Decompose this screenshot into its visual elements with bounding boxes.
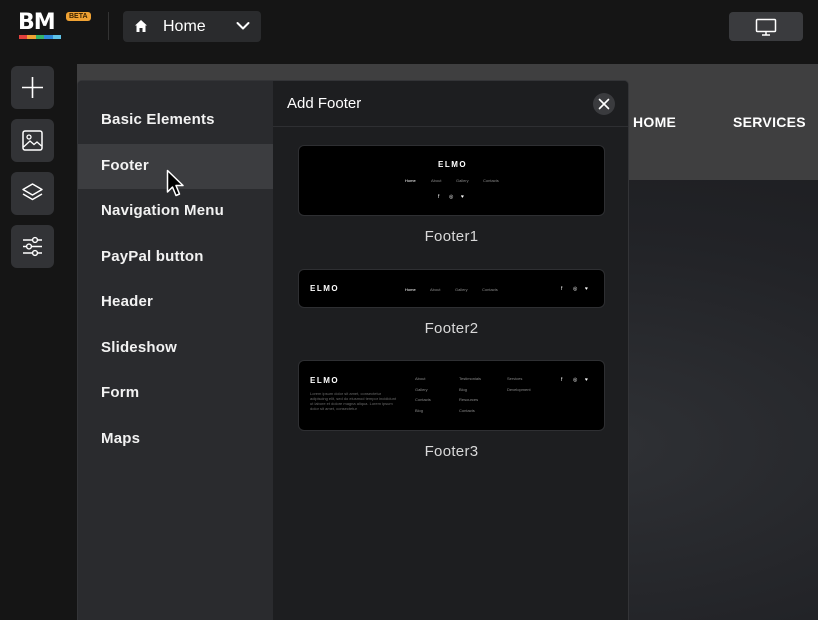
thumb-link: Development xyxy=(507,387,531,392)
thumb-brand: ELMO xyxy=(310,376,340,385)
footer2-template-thumbnail[interactable]: ELMO Home About Gallery Contacts f ◎ ♥ xyxy=(298,269,605,308)
thumb-link: Contacts xyxy=(483,178,499,183)
thumb-link: Gallery xyxy=(415,387,428,392)
app-logo[interactable]: BM xyxy=(18,10,62,40)
thumb-brand: ELMO xyxy=(438,160,468,169)
category-header[interactable]: Header xyxy=(78,280,273,325)
add-element-panel: Basic Elements Footer Navigation Menu Pa… xyxy=(77,80,629,620)
footer3-label[interactable]: Footer3 xyxy=(273,443,628,460)
add-element-button[interactable] xyxy=(11,66,54,109)
desktop-view-button[interactable] xyxy=(729,12,803,41)
facebook-icon: f xyxy=(561,377,563,383)
layers-icon xyxy=(22,183,43,201)
image-icon xyxy=(22,130,43,151)
footer1-template-thumbnail[interactable]: ELMO Home About Gallery Contacts f ◎ ♥ xyxy=(298,145,605,216)
thumb-link: Home xyxy=(405,178,416,183)
layers-button[interactable] xyxy=(11,172,54,215)
settings-button[interactable] xyxy=(11,225,54,268)
logo-color-bar xyxy=(19,35,62,39)
site-nav-services[interactable]: SERVICES xyxy=(733,114,806,130)
footer1-label[interactable]: Footer1 xyxy=(273,228,628,245)
facebook-icon: f xyxy=(438,194,440,200)
thumb-link: Blog xyxy=(415,408,424,413)
mouse-cursor-icon xyxy=(166,169,184,197)
facebook-icon: f xyxy=(561,286,563,292)
thumb-link: Services xyxy=(507,376,523,381)
close-icon xyxy=(598,98,610,110)
thumb-link: Testimonials xyxy=(459,376,482,381)
thumb-link: Home xyxy=(405,287,416,292)
beta-badge: BETA xyxy=(66,12,91,21)
thumb-link: Gallery xyxy=(455,287,468,292)
thumb-link: Gallery xyxy=(456,178,469,183)
category-paypal-button[interactable]: PayPal button xyxy=(78,235,273,280)
thumb-link: Blog xyxy=(459,387,468,392)
chevron-down-icon xyxy=(236,22,250,30)
thumb-brand: ELMO xyxy=(310,284,340,293)
page-select-value: Home xyxy=(163,18,206,35)
thumb-description: Lorem ipsum dolor sit amet, consectetur … xyxy=(310,391,397,411)
thumb-link: About xyxy=(430,287,441,292)
thumb-link: Contacts xyxy=(415,397,431,402)
sliders-icon xyxy=(23,236,42,257)
category-form[interactable]: Form xyxy=(78,371,273,416)
panel-header: Add Footer xyxy=(273,81,628,127)
top-bar: BM BETA Home xyxy=(0,0,818,52)
page-select-dropdown[interactable]: Home xyxy=(123,11,261,42)
close-button[interactable] xyxy=(593,93,615,115)
site-nav-home[interactable]: HOME xyxy=(633,114,676,130)
twitter-icon: ♥ xyxy=(585,377,588,383)
panel-title: Add Footer xyxy=(287,95,362,112)
media-button[interactable] xyxy=(11,119,54,162)
category-slideshow[interactable]: Slideshow xyxy=(78,326,273,371)
footer3-template-thumbnail[interactable]: ELMO Lorem ipsum dolor sit amet, consect… xyxy=(298,360,605,431)
divider xyxy=(108,12,109,40)
home-icon xyxy=(135,20,147,32)
footer2-label[interactable]: Footer2 xyxy=(273,320,628,337)
thumb-link: About xyxy=(415,376,426,381)
template-gallery: Add Footer ELMO Home About Gallery Conta… xyxy=(273,81,628,620)
thumb-link: Contacts xyxy=(459,408,475,413)
thumb-link: Contacts xyxy=(482,287,498,292)
thumb-link: Resources xyxy=(459,397,479,402)
category-list: Basic Elements Footer Navigation Menu Pa… xyxy=(78,81,273,620)
twitter-icon: ♥ xyxy=(461,194,464,200)
plus-icon xyxy=(22,77,43,98)
category-basic-elements[interactable]: Basic Elements xyxy=(78,98,273,143)
desktop-icon xyxy=(755,18,777,36)
instagram-icon: ◎ xyxy=(449,194,454,200)
twitter-icon: ♥ xyxy=(585,286,588,292)
category-maps[interactable]: Maps xyxy=(78,417,273,462)
instagram-icon: ◎ xyxy=(573,377,578,383)
thumb-link: About xyxy=(431,178,442,183)
logo-text: BM xyxy=(18,10,56,35)
instagram-icon: ◎ xyxy=(573,286,578,292)
